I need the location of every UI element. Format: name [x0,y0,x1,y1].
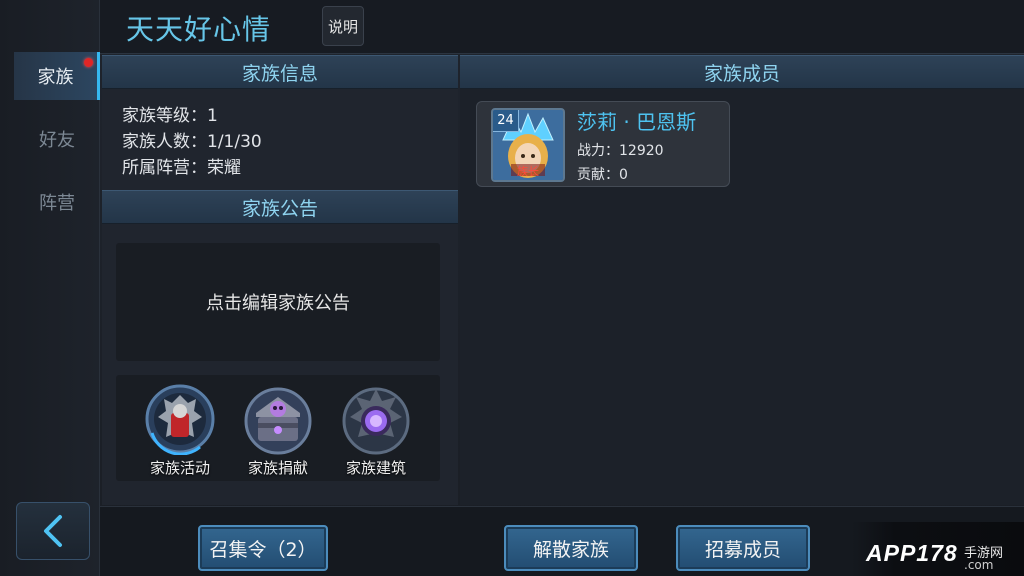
family-building-button[interactable]: 家族建筑 [330,381,422,477]
tab-friends[interactable]: 好友 [14,115,100,163]
disband-family-button[interactable]: 解散家族 [504,525,638,571]
family-member-count: 家族人数：1/1/30 [122,132,262,152]
notification-dot [84,58,93,67]
family-info-header: 家族信息 [102,55,458,89]
sidebar: 家族 好友 阵营 [0,0,100,576]
tab-friends-label: 好友 [39,130,75,151]
family-donate-label: 家族捐献 [247,459,308,477]
family-level: 家族等级：1 [122,106,218,126]
summon-button[interactable]: 召集令（2） [198,525,328,571]
watermark: APP178 手游网 .com [852,522,1024,576]
header: 天天好心情 说明 [100,0,1024,54]
family-activity-label: 家族活动 [149,459,210,477]
tab-family-label: 家族 [37,67,74,88]
role-label: 族长 [517,164,539,178]
member-power: 战力：12920 [577,143,664,159]
family-actions: 家族活动 家族捐献 家族建筑 [116,375,440,481]
page-title: 天天好心情 [126,13,272,46]
back-button[interactable] [16,502,90,560]
level-badge: 24 [493,110,519,132]
chevron-left-icon [44,515,62,547]
tab-camp-label: 阵营 [39,193,75,214]
building-orb-icon [342,387,410,455]
family-activity-button[interactable]: 家族活动 [134,381,226,477]
member-contribution: 贡献：0 [577,167,628,183]
member-name: 莎莉 · 巴恩斯 [577,110,697,134]
watermark-brand: APP178 [866,540,958,566]
member-card[interactable]: 24 族长 莎莉 · 巴恩斯 战力：12920 贡献：0 [476,101,730,187]
family-activity-icon [145,384,215,455]
family-panel: 家族信息 家族等级：1 家族人数：1/1/30 所属阵营：荣耀 家族公告 点击编… [102,55,458,505]
recruit-members-button[interactable]: 招募成员 [676,525,810,571]
family-building-label: 家族建筑 [345,459,406,477]
treasure-chest-icon [244,387,312,455]
members-panel: 家族成员 24 族长 莎莉 · 巴恩斯 战力：12920 贡献：0 [460,55,1024,505]
tab-family[interactable]: 家族 [14,52,100,100]
help-button[interactable]: 说明 [322,6,364,46]
game-screen: 家族 好友 阵营 天天好心情 说明 家族信息 家族等级：1 家族人数：1/1/3… [0,0,1024,576]
avatar: 24 族长 [491,108,565,182]
family-camp: 所属阵营：荣耀 [122,158,241,178]
announcement-edit-box[interactable]: 点击编辑家族公告 [116,243,440,361]
members-header: 家族成员 [460,55,1024,89]
tab-camp[interactable]: 阵营 [14,178,100,226]
family-donate-button[interactable]: 家族捐献 [232,381,324,477]
watermark-domain: .com [964,558,994,572]
announcement-header: 家族公告 [102,190,458,224]
